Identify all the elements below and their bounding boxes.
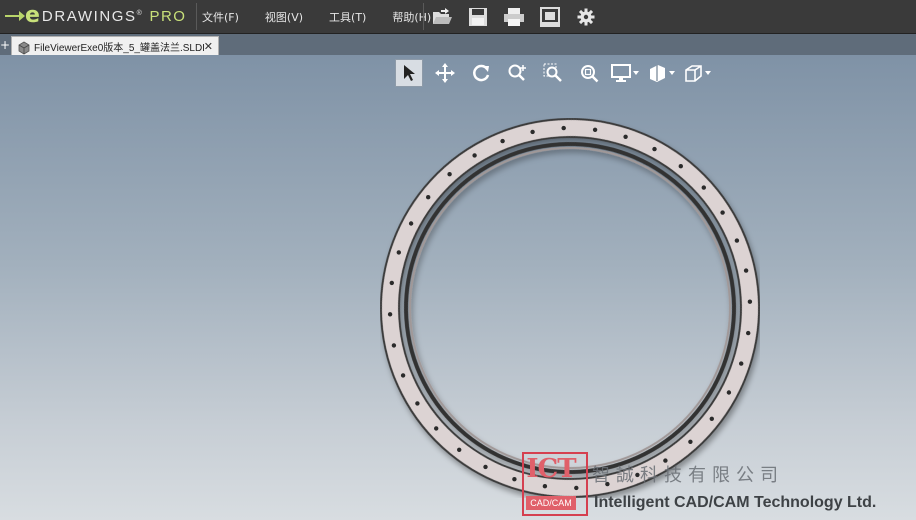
section-view-icon[interactable] [647, 59, 675, 87]
bolt-hole [747, 299, 753, 304]
standard-views-icon[interactable] [683, 59, 711, 87]
bolt-hole [720, 210, 725, 215]
bolt-hole [500, 138, 505, 144]
divider [423, 3, 424, 30]
bolt-hole [623, 134, 628, 139]
bolt-hole [678, 164, 683, 169]
bolt-hole [389, 280, 394, 286]
chevron-down-icon [705, 71, 711, 75]
zoom-in-out-icon[interactable] [503, 59, 531, 87]
bolt-hole [746, 330, 751, 336]
bolt-hole [396, 250, 401, 255]
bolt-hole [592, 127, 598, 132]
display-style-icon[interactable] [611, 59, 639, 87]
bolt-hole [472, 153, 477, 158]
chevron-down-icon [633, 71, 639, 75]
bolt-hole [739, 361, 744, 366]
logo-brand-text: DRAWINGS® [41, 7, 144, 25]
bolt-hole [391, 343, 397, 348]
open-folder-icon[interactable] [430, 5, 454, 29]
menu-help[interactable]: 帮助(H) [389, 6, 434, 28]
bolt-hole [561, 125, 566, 131]
bolt-hole [652, 146, 657, 152]
select-arrow-icon[interactable] [395, 59, 423, 87]
edrawings-logo: e DRAWINGS® PRO [5, 4, 186, 28]
logo-arrow-icon [5, 11, 25, 21]
bolt-hole [726, 390, 732, 395]
bolt-hole [743, 268, 749, 273]
title-menu-bar: e DRAWINGS® PRO 文件(F) 视图(V) 工具(T) 帮助(H) [0, 0, 916, 34]
bolt-hole [701, 185, 706, 190]
print-icon[interactable] [502, 5, 526, 29]
watermark-company-chinese: 智誠科技有限公司 [592, 465, 784, 486]
bolt-hole [483, 464, 488, 470]
watermark-logo-subtext: CAD/CAM [526, 496, 576, 510]
close-tab-icon[interactable]: ✕ [204, 40, 213, 53]
watermark-logo-text: ICT [526, 454, 576, 484]
bolt-hole [457, 447, 462, 452]
zoom-to-fit-icon[interactable] [575, 59, 603, 87]
bolt-hole [400, 373, 406, 378]
bolt-hole [387, 312, 393, 317]
zoom-to-area-icon[interactable] [539, 59, 567, 87]
chevron-down-icon [669, 71, 675, 75]
menu-file[interactable]: 文件(F) [199, 6, 242, 28]
publish-icon[interactable] [538, 5, 562, 29]
watermark-company-english: Intelligent CAD/CAM Technology Ltd. [594, 494, 877, 511]
heads-up-view-toolbar [395, 59, 719, 87]
logo-edition: PRO [149, 7, 187, 25]
rotate-icon[interactable] [467, 59, 495, 87]
settings-gear-icon[interactable] [574, 5, 598, 29]
bolt-hole [408, 221, 414, 226]
flange-ring-model[interactable] [380, 118, 760, 498]
company-watermark: ICT CAD/CAM 智誠科技有限公司 Intelligent CAD/CAM… [520, 452, 916, 520]
new-tab-button[interactable]: + [0, 39, 10, 53]
document-tab-title: FileViewerExe0版本_5_罐盖法兰.SLDPRT [34, 43, 204, 54]
divider [196, 3, 197, 30]
menu-bar: 文件(F) 视图(V) 工具(T) 帮助(H) [199, 0, 454, 33]
pan-icon[interactable] [431, 59, 459, 87]
part-file-icon [17, 40, 31, 54]
bolt-hole [688, 439, 693, 444]
bolt-hole [709, 416, 714, 421]
bolt-hole [426, 195, 431, 200]
bolt-hole [530, 129, 535, 135]
document-tab[interactable]: FileViewerExe0版本_5_罐盖法兰.SLDPRT ✕ [11, 36, 219, 56]
bolt-hole [734, 238, 740, 243]
document-tab-bar: + FileViewerExe0版本_5_罐盖法兰.SLDPRT ✕ [0, 34, 916, 56]
bolt-hole [512, 477, 517, 482]
menu-view[interactable]: 视图(V) [262, 6, 306, 28]
bolt-hole [434, 426, 439, 431]
bolt-hole [415, 401, 420, 406]
logo-e-letter: e [25, 3, 40, 28]
menu-tools[interactable]: 工具(T) [326, 6, 369, 28]
save-icon[interactable] [466, 5, 490, 29]
quick-access-toolbar [430, 0, 610, 33]
bolt-hole [447, 172, 452, 177]
